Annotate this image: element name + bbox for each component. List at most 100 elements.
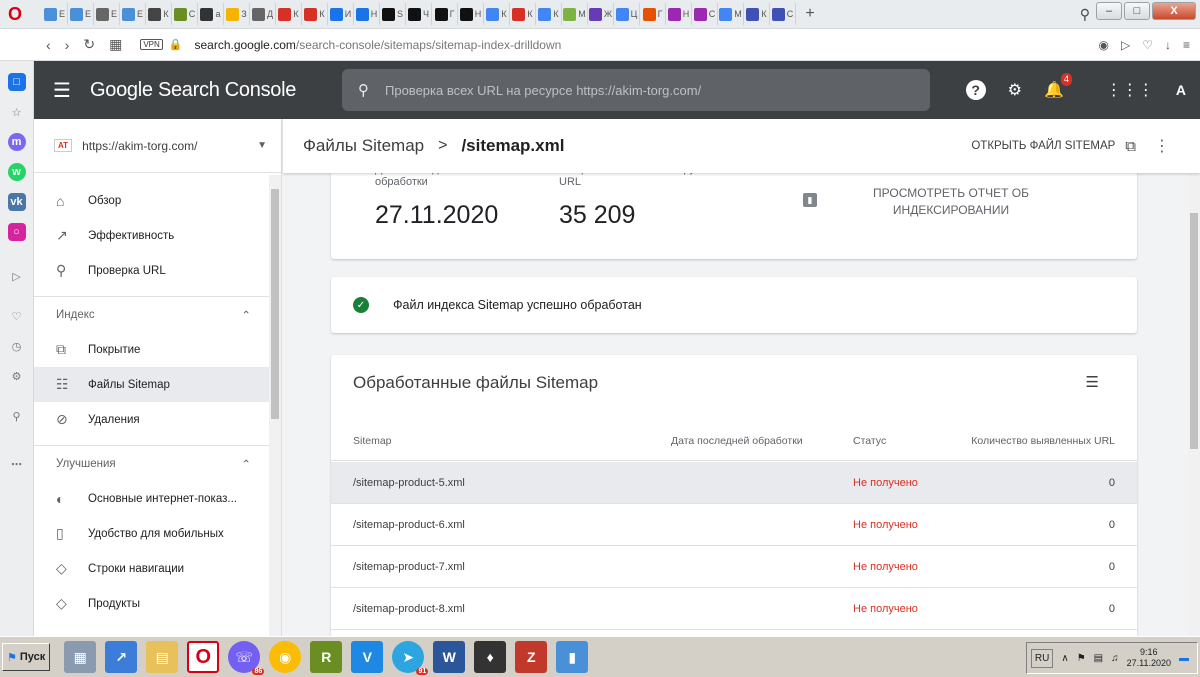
flow-icon[interactable]: ▷ bbox=[8, 267, 26, 285]
close-window-button[interactable]: X bbox=[1152, 2, 1196, 20]
heart-sidebar-icon[interactable]: ♡ bbox=[8, 307, 26, 325]
show-desktop-icon[interactable]: ▬ bbox=[1179, 653, 1189, 664]
browser-tab[interactable]: Н bbox=[458, 3, 484, 25]
nav-scrollbar[interactable] bbox=[269, 175, 281, 636]
camera-icon[interactable]: ◉ bbox=[1099, 38, 1109, 52]
column-header-status[interactable]: Статус bbox=[853, 421, 886, 461]
url-field[interactable]: search.google.com/search-console/sitemap… bbox=[194, 38, 561, 52]
column-header-date[interactable]: Дата последней обработки bbox=[671, 421, 803, 461]
browser-tab[interactable]: Д bbox=[250, 3, 276, 25]
browser-tab[interactable]: Е bbox=[120, 3, 146, 25]
reload-icon[interactable]: ↻ bbox=[83, 36, 95, 53]
browser-tab[interactable]: Е bbox=[42, 3, 68, 25]
account-avatar[interactable]: A bbox=[1176, 82, 1186, 98]
book-app-icon[interactable]: ▮ bbox=[556, 641, 589, 673]
lock-icon[interactable]: 🔒 bbox=[169, 38, 183, 51]
filezilla-icon[interactable]: Z bbox=[515, 641, 548, 673]
table-row[interactable]: /sitemap-product-7.xml Не получено 0 bbox=[331, 546, 1137, 588]
browser-tab[interactable]: а bbox=[198, 3, 224, 25]
display-icon[interactable]: ▤ bbox=[1094, 653, 1103, 664]
send-icon[interactable]: ▷ bbox=[1121, 38, 1130, 52]
table-row[interactable]: /sitemap-product-6.xml Не получено 0 bbox=[331, 504, 1137, 546]
nav-item-mobile-usability[interactable]: ▯ Удобство для мобильных bbox=[34, 516, 281, 551]
volume-icon[interactable]: ♫ bbox=[1111, 653, 1119, 664]
browser-tab[interactable]: Е bbox=[94, 3, 120, 25]
nav-item-overview[interactable]: ⌂ Обзор bbox=[34, 183, 281, 218]
browser-tab[interactable]: К bbox=[146, 3, 172, 25]
browser-tab[interactable]: К bbox=[536, 3, 562, 25]
star-icon[interactable]: ☆ bbox=[8, 103, 26, 121]
browser-tab[interactable]: Н bbox=[354, 3, 380, 25]
help-icon[interactable]: ? bbox=[965, 80, 986, 100]
nav-item-coverage[interactable]: ⧉ Покрытие bbox=[34, 332, 281, 367]
browser-tab[interactable]: З bbox=[224, 3, 250, 25]
flag-icon[interactable]: ⚑ bbox=[1077, 653, 1086, 664]
telegram-icon[interactable]: ➤ 91 bbox=[392, 641, 429, 675]
clock[interactable]: 9:16 27.11.2020 bbox=[1127, 647, 1171, 669]
nav-item-breadcrumbs[interactable]: ◇ Строки навигации bbox=[34, 551, 281, 586]
breadcrumb-parent[interactable]: Файлы Sitemap bbox=[303, 136, 424, 156]
viber-icon[interactable]: ☏ 86 bbox=[228, 641, 265, 675]
settings-icon[interactable]: ⚙ bbox=[8, 367, 26, 385]
download-icon[interactable]: ↓ bbox=[1165, 38, 1171, 52]
browser-tab[interactable]: И bbox=[328, 3, 354, 25]
messenger-icon[interactable]: m bbox=[7, 133, 26, 151]
start-button[interactable]: ⚑ Пуск bbox=[2, 643, 51, 671]
view-indexing-report-link[interactable]: ПРОСМОТРЕТЬ ОТЧЕТ ОБ ИНДЕКСИРОВАНИИ bbox=[871, 185, 1031, 219]
nav-section-enhancements[interactable]: Улучшения ⌃ bbox=[34, 445, 281, 481]
main-scroll-thumb[interactable] bbox=[1190, 213, 1198, 449]
vpn-badge[interactable]: VPN bbox=[140, 39, 163, 50]
browser-tab[interactable]: С bbox=[770, 3, 796, 25]
app-icon[interactable]: R bbox=[310, 641, 343, 673]
minimize-button[interactable]: – bbox=[1096, 2, 1122, 20]
product-title[interactable]: Google Search Console bbox=[90, 79, 296, 102]
forward-icon[interactable]: › bbox=[65, 37, 70, 53]
property-selector[interactable]: AT https://akim-torg.com/ ▼ bbox=[34, 119, 281, 173]
nav-item-products[interactable]: ◇ Продукты bbox=[34, 586, 281, 621]
table-row[interactable]: /sitemap-product-8.xml Не получено 0 bbox=[331, 588, 1137, 630]
browser-tab[interactable]: Ж bbox=[588, 3, 614, 25]
nav-item-url-inspection[interactable]: ⚲ Проверка URL bbox=[34, 253, 281, 288]
nav-item-performance[interactable]: ↗ Эффективность bbox=[34, 218, 281, 253]
vk-icon[interactable]: vk bbox=[7, 193, 26, 211]
heart-icon[interactable]: ♡ bbox=[1142, 38, 1153, 52]
browser-tab[interactable]: С bbox=[172, 3, 198, 25]
browser-tab[interactable]: Н bbox=[666, 3, 692, 25]
whatsapp-icon[interactable]: w bbox=[7, 163, 26, 181]
maximize-button[interactable]: □ bbox=[1124, 2, 1150, 20]
filter-icon[interactable]: ☰ bbox=[1086, 373, 1099, 391]
browser-tab[interactable]: К bbox=[510, 3, 536, 25]
history-icon[interactable]: ◷ bbox=[8, 337, 26, 355]
opera-taskbar-icon[interactable]: O bbox=[187, 641, 220, 673]
instagram-icon[interactable]: ○ bbox=[7, 223, 26, 241]
speed-dial-icon[interactable]: ▦ bbox=[109, 36, 122, 53]
nav-item-removals[interactable]: ⊘ Удаления bbox=[34, 402, 281, 437]
browser-tab[interactable]: К bbox=[276, 3, 302, 25]
vpn-app-icon[interactable]: V bbox=[351, 641, 384, 673]
word-icon[interactable]: W bbox=[433, 641, 466, 673]
speed-dial-sidebar-icon[interactable]: □ bbox=[7, 73, 26, 91]
bat-app-icon[interactable]: ♦ bbox=[474, 641, 507, 673]
folder-icon[interactable]: ▤ bbox=[146, 641, 179, 673]
tab-search-icon[interactable]: ⚲ bbox=[1080, 6, 1090, 23]
opera-logo-icon[interactable]: O bbox=[0, 0, 30, 29]
browser-tab[interactable]: М bbox=[562, 3, 588, 25]
table-row[interactable]: /sitemap-product-5.xml Не получено 0 bbox=[331, 462, 1137, 504]
nav-item-core-web-vitals[interactable]: ◐ Основные интернет-показ... bbox=[34, 481, 281, 516]
network-icon[interactable]: ▦ bbox=[64, 641, 97, 673]
notifications-icon[interactable]: 🔔 4 bbox=[1044, 73, 1072, 100]
chrome-icon[interactable]: ◉ bbox=[269, 641, 302, 673]
browser-tab[interactable]: К bbox=[302, 3, 328, 25]
browser-tab[interactable]: Г bbox=[640, 3, 666, 25]
apps-grid-icon[interactable]: ⋮⋮⋮ bbox=[1106, 80, 1154, 100]
nav-scroll-thumb[interactable] bbox=[271, 189, 279, 419]
browser-tab[interactable]: К bbox=[744, 3, 770, 25]
easy-setup-icon[interactable]: ≡ bbox=[1183, 38, 1190, 52]
browser-tab[interactable]: К bbox=[484, 3, 510, 25]
more-options-icon[interactable]: ⋮ bbox=[1154, 136, 1170, 156]
browser-tab[interactable]: Е bbox=[68, 3, 94, 25]
open-sitemap-button[interactable]: ОТКРЫТЬ ФАЙЛ SITEMAP ⧉ bbox=[971, 138, 1136, 155]
browser-tab[interactable]: Ц bbox=[614, 3, 640, 25]
search-input[interactable]: ⚲ Проверка всех URL на ресурсе https://a… bbox=[342, 69, 930, 111]
main-scrollbar[interactable] bbox=[1188, 173, 1200, 636]
